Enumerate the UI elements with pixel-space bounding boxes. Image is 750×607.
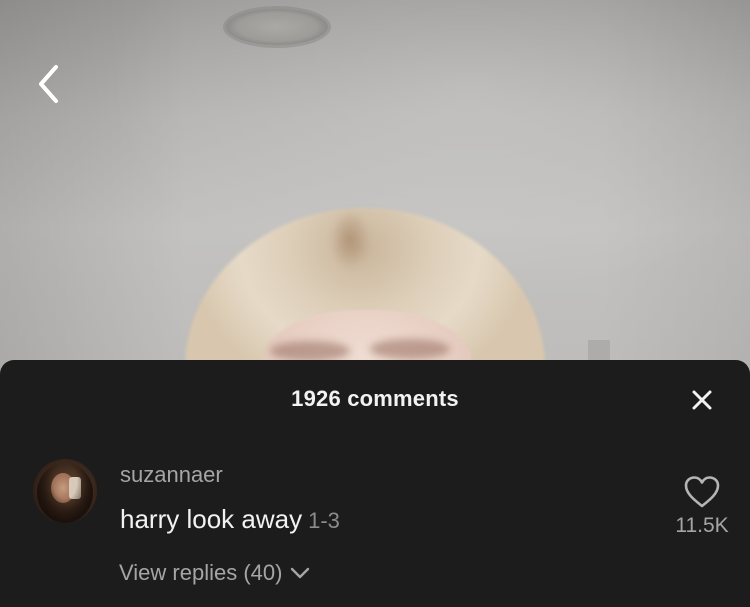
close-button[interactable] [686, 384, 718, 416]
video-eyebrow-left [270, 341, 350, 361]
heart-outline-icon [684, 476, 720, 508]
comment-timestamp: 1-3 [308, 508, 340, 533]
back-button[interactable] [28, 62, 68, 106]
avatar-hair [37, 463, 93, 523]
video-eyebrow-right [370, 339, 450, 359]
view-replies-label: View replies (40) [119, 560, 283, 585]
chevron-left-icon [39, 65, 58, 103]
comment-text: harry look away [120, 504, 303, 534]
comment-item: suzannaer harry look away 1-3 View replie… [0, 456, 750, 606]
close-icon [692, 390, 712, 410]
comment-username[interactable]: suzannaer [120, 462, 223, 488]
view-replies-button[interactable]: View replies (40) [119, 560, 310, 586]
comments-sheet: 1926 comments suzannaer harry look away 1… [0, 360, 750, 607]
comment-body[interactable]: harry look away 1-3 [120, 504, 340, 535]
avatar[interactable] [33, 459, 97, 523]
like-button[interactable] [682, 474, 722, 510]
video-background[interactable] [0, 0, 750, 380]
like-count: 11.5K [675, 514, 729, 537]
comments-count-title: 1926 comments [291, 386, 459, 411]
video-hair-part [330, 210, 370, 270]
chevron-down-icon [290, 567, 310, 579]
video-ceiling-light [226, 9, 328, 45]
